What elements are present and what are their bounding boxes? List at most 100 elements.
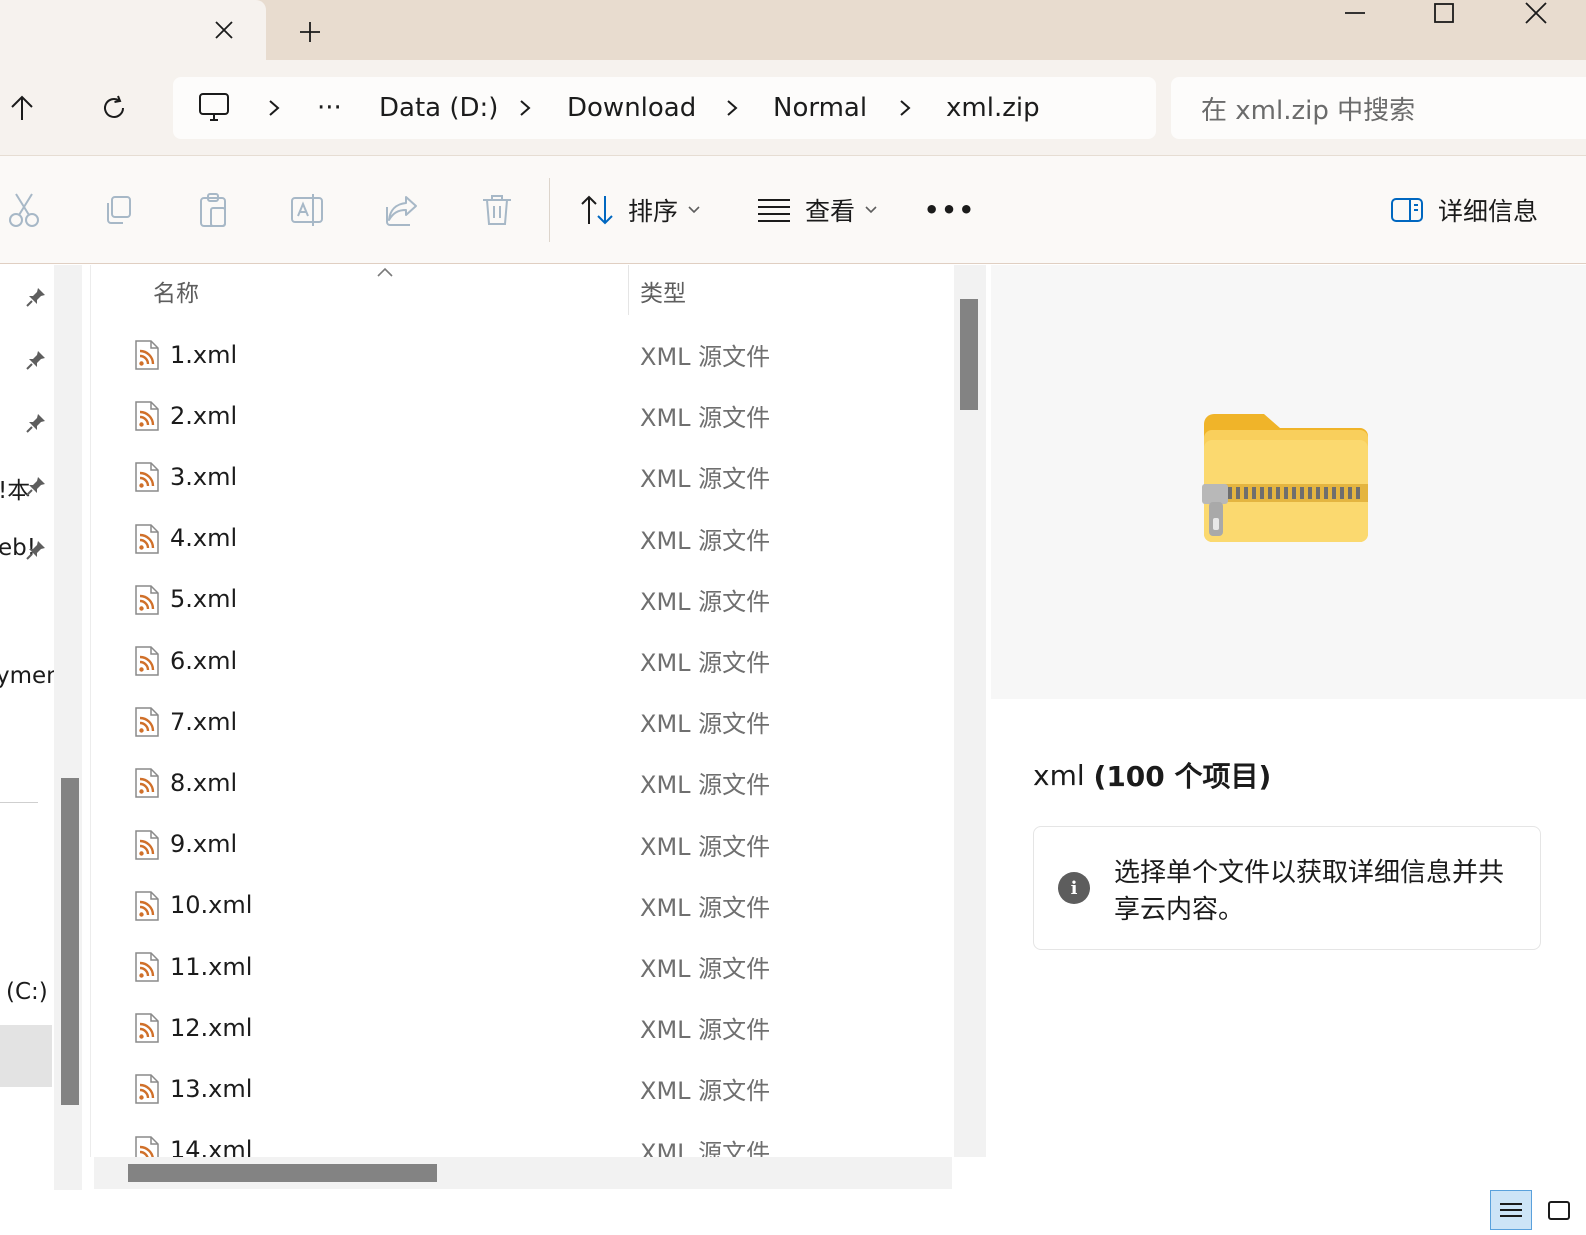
file-type: XML 源文件 (640, 343, 771, 371)
file-name: 7.xml (170, 707, 238, 736)
active-tab[interactable] (0, 0, 266, 62)
file-type: XML 源文件 (640, 1138, 771, 1157)
file-type: XML 源文件 (640, 404, 771, 433)
chevron-right-icon[interactable] (721, 97, 743, 119)
xml-feed-icon (135, 646, 159, 676)
paste-button[interactable] (189, 188, 237, 232)
file-row[interactable]: 3.xml XML 源文件 (91, 446, 954, 507)
file-row[interactable]: 6.xml XML 源文件 (91, 630, 954, 691)
details-pane-button[interactable]: 详细信息 (1388, 156, 1548, 264)
copy-icon (107, 196, 131, 224)
file-row[interactable]: 1.xml XML 源文件 (91, 324, 954, 385)
file-type: XML 源文件 (640, 1077, 771, 1106)
file-row[interactable]: 2.xml XML 源文件 (91, 385, 954, 446)
file-name: 14.xml (170, 1136, 253, 1157)
nav-item-selected[interactable] (0, 1025, 52, 1087)
file-name: 6.xml (170, 646, 238, 675)
file-type: XML 源文件 (640, 587, 771, 616)
minimize-button[interactable] (1325, 0, 1385, 26)
column-header-type[interactable]: 类型 (640, 265, 686, 317)
close-window-button[interactable] (1506, 0, 1566, 26)
nav-scrollbar-thumb[interactable] (61, 778, 79, 1105)
file-row[interactable]: 8.xml XML 源文件 (91, 752, 954, 813)
column-separator[interactable] (628, 265, 629, 315)
info-text: 选择单个文件以获取详细信息并共享云内容。 (1114, 858, 1505, 925)
xml-feed-icon (135, 707, 159, 737)
sort-button[interactable]: 排序 (570, 156, 710, 264)
xml-feed-icon (135, 829, 159, 860)
view-label: 查看 (805, 197, 856, 226)
tiles-view-toggle[interactable] (1538, 1190, 1580, 1230)
xml-feed-icon (135, 340, 159, 370)
more-options-button[interactable]: ••• (924, 188, 974, 232)
file-row[interactable]: 13.xml XML 源文件 (91, 1058, 954, 1119)
xml-feed-icon (135, 952, 159, 982)
copy-button[interactable] (94, 188, 142, 232)
tiles-view-icon (1548, 1201, 1570, 1220)
navigation-pane: !本 eb! ymen (C:) (0, 265, 61, 1190)
this-pc-icon[interactable] (197, 91, 233, 125)
sort-icon (581, 195, 613, 225)
file-name: 8.xml (170, 768, 238, 797)
file-name: 13.xml (170, 1074, 253, 1103)
maximize-button[interactable] (1414, 0, 1474, 26)
file-row[interactable]: 11.xml XML 源文件 (91, 936, 954, 997)
file-row[interactable]: 10.xml XML 源文件 (91, 875, 954, 936)
tab-close-button[interactable] (205, 12, 243, 48)
details-pane-icon (1391, 198, 1423, 222)
delete-button[interactable] (473, 188, 521, 232)
file-type: XML 源文件 (640, 710, 771, 739)
file-row[interactable]: 12.xml XML 源文件 (91, 997, 954, 1058)
command-separator (549, 178, 550, 242)
view-button[interactable]: 查看 (755, 156, 885, 264)
xml-feed-icon (135, 891, 159, 921)
file-row[interactable]: 7.xml XML 源文件 (91, 691, 954, 752)
details-view-toggle[interactable] (1490, 1190, 1532, 1230)
horizontal-scrollbar-thumb[interactable] (128, 1164, 437, 1182)
breadcrumb-item[interactable]: Normal (773, 77, 867, 139)
new-tab-button[interactable] (290, 14, 330, 50)
file-row[interactable]: 4.xml XML 源文件 (91, 508, 954, 569)
address-bar[interactable]: ··· Data (D:) Download Normal xml.zip (173, 77, 1156, 139)
pin-icon[interactable] (24, 285, 48, 309)
chevron-right-icon[interactable] (263, 97, 285, 119)
up-button[interactable] (0, 86, 44, 130)
search-input[interactable]: 在 xml.zip 中搜索 (1171, 77, 1586, 139)
nav-divider (0, 802, 38, 803)
pin-icon[interactable] (24, 538, 48, 562)
nav-item-label[interactable]: ymen (0, 663, 61, 689)
breadcrumb-item[interactable]: Download (567, 77, 696, 139)
file-name: 5.xml (170, 585, 238, 614)
close-icon (1525, 2, 1547, 24)
pin-icon[interactable] (24, 411, 48, 435)
breadcrumb-item[interactable]: Data (D:) (379, 77, 498, 139)
file-row[interactable]: 5.xml XML 源文件 (91, 569, 954, 630)
info-icon: i (1058, 872, 1090, 904)
nav-item-label[interactable]: (C:) (6, 979, 48, 1005)
pin-icon[interactable] (24, 474, 48, 498)
file-name: 1.xml (170, 340, 238, 369)
share-icon (386, 196, 417, 226)
share-button[interactable] (378, 188, 426, 232)
search-placeholder: 在 xml.zip 中搜索 (1201, 95, 1416, 126)
refresh-button[interactable] (92, 86, 136, 130)
file-name: 11.xml (170, 952, 253, 981)
column-header-name[interactable]: 名称 (153, 265, 199, 317)
chevron-right-icon[interactable] (514, 97, 536, 119)
file-name: 3.xml (170, 462, 238, 491)
file-row[interactable]: 14.xml XML 源文件 (91, 1120, 954, 1157)
xml-feed-icon (135, 1013, 159, 1043)
breadcrumb-overflow[interactable]: ··· (317, 77, 342, 139)
cut-button[interactable] (0, 188, 48, 232)
chevron-right-icon[interactable] (894, 97, 916, 119)
pin-icon[interactable] (24, 348, 48, 372)
file-type: XML 源文件 (640, 526, 771, 555)
file-type: XML 源文件 (640, 465, 771, 494)
rename-icon (291, 194, 323, 226)
file-row[interactable]: 9.xml XML 源文件 (91, 814, 954, 875)
vertical-scrollbar-thumb[interactable] (960, 299, 978, 410)
sort-label: 排序 (628, 197, 679, 226)
rename-button[interactable] (283, 188, 331, 232)
breadcrumb-item-current[interactable]: xml.zip (946, 77, 1040, 139)
file-type: XML 源文件 (640, 771, 771, 800)
